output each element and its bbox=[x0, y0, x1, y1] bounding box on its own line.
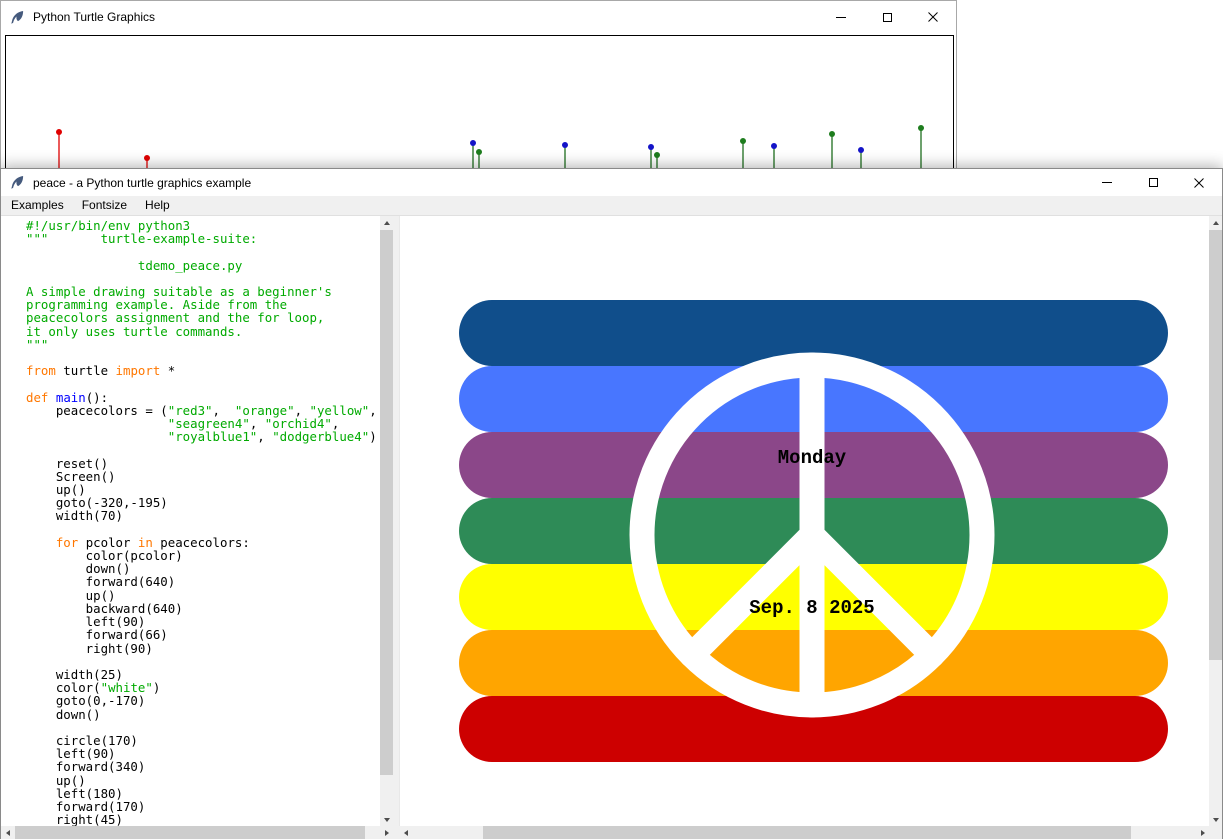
code-text: #!/usr/bin/env python3""" turtle-example… bbox=[26, 219, 377, 826]
arrow-down-icon bbox=[384, 818, 390, 822]
scroll-down-button[interactable] bbox=[380, 813, 393, 826]
canvas-horizontal-scrollbar-thumb[interactable] bbox=[483, 826, 1131, 839]
canvas-text-monday: Monday bbox=[778, 447, 847, 469]
bg-window-title: Python Turtle Graphics bbox=[33, 10, 155, 24]
scroll-right-button[interactable] bbox=[380, 826, 393, 839]
code-line: """ turtle-example-suite: bbox=[26, 232, 377, 245]
plant bbox=[918, 125, 924, 169]
menu-item-help[interactable]: Help bbox=[136, 196, 179, 215]
plant bbox=[562, 142, 568, 169]
arrow-down-icon bbox=[1213, 818, 1219, 822]
canvas-text-date: Sep. 8 2025 bbox=[749, 597, 874, 619]
code-line: it only uses turtle commands. bbox=[26, 325, 377, 338]
code-line: right(45) bbox=[26, 813, 377, 826]
canvas-horizontal-scrollbar[interactable] bbox=[399, 826, 1209, 839]
plant bbox=[771, 143, 777, 169]
fg-minimize-button[interactable] bbox=[1084, 169, 1130, 196]
arrow-up-icon bbox=[384, 221, 390, 225]
scroll-left-button[interactable] bbox=[399, 826, 412, 839]
fg-window-title: peace - a Python turtle graphics example bbox=[33, 176, 251, 190]
close-icon bbox=[1194, 178, 1204, 188]
bg-minimize-button[interactable] bbox=[818, 1, 864, 33]
fg-close-button[interactable] bbox=[1176, 169, 1222, 196]
code-vertical-scrollbar[interactable] bbox=[380, 216, 393, 826]
code-vertical-scrollbar-thumb[interactable] bbox=[380, 230, 393, 775]
code-line: right(90) bbox=[26, 642, 377, 655]
code-editor[interactable]: #!/usr/bin/env python3""" turtle-example… bbox=[1, 216, 380, 826]
bg-titlebar[interactable]: Python Turtle Graphics bbox=[1, 1, 956, 33]
arrow-up-icon bbox=[1213, 221, 1219, 225]
menu-item-examples[interactable]: Examples bbox=[2, 196, 73, 215]
maximize-icon bbox=[1149, 178, 1158, 187]
scroll-right-button[interactable] bbox=[1196, 826, 1209, 839]
code-line: tdemo_peace.py bbox=[26, 259, 377, 272]
code-horizontal-scrollbar[interactable] bbox=[1, 826, 393, 839]
turtle-plants bbox=[6, 36, 954, 169]
canvas-vertical-scrollbar[interactable] bbox=[1209, 216, 1222, 826]
code-line: width(70) bbox=[26, 509, 377, 522]
code-line: from turtle import * bbox=[26, 364, 377, 377]
bg-maximize-button[interactable] bbox=[864, 1, 910, 33]
code-line: """ bbox=[26, 338, 377, 351]
fg-titlebar[interactable]: peace - a Python turtle graphics example bbox=[1, 169, 1222, 196]
plant bbox=[829, 131, 835, 169]
plant bbox=[56, 129, 62, 169]
arrow-right-icon bbox=[385, 830, 389, 836]
menu-bar: ExamplesFontsizeHelp bbox=[1, 196, 1222, 216]
turtle-canvas: Monday Sep. 8 2025 bbox=[399, 216, 1209, 826]
minimize-icon bbox=[1102, 182, 1112, 183]
scroll-up-button[interactable] bbox=[1209, 216, 1222, 229]
plant bbox=[858, 147, 864, 169]
arrow-right-icon bbox=[1201, 830, 1205, 836]
plant bbox=[144, 155, 150, 169]
minimize-icon bbox=[836, 17, 846, 18]
plant bbox=[470, 140, 476, 169]
scrollbar-corner bbox=[1209, 826, 1222, 839]
bg-close-button[interactable] bbox=[910, 1, 956, 33]
scroll-left-button[interactable] bbox=[1, 826, 14, 839]
arrow-left-icon bbox=[404, 830, 408, 836]
canvas-vertical-scrollbar-thumb[interactable] bbox=[1209, 230, 1222, 660]
plant bbox=[654, 152, 660, 169]
plant bbox=[740, 138, 746, 169]
plant bbox=[648, 144, 654, 169]
window-peace-example: peace - a Python turtle graphics example… bbox=[0, 168, 1223, 839]
peace-drawing: Monday Sep. 8 2025 bbox=[400, 216, 1209, 826]
menu-item-fontsize[interactable]: Fontsize bbox=[73, 196, 136, 215]
bg-turtle-canvas bbox=[5, 35, 954, 169]
code-horizontal-scrollbar-thumb[interactable] bbox=[15, 826, 365, 839]
window-python-turtle-graphics: Python Turtle Graphics bbox=[0, 0, 957, 168]
fg-maximize-button[interactable] bbox=[1130, 169, 1176, 196]
scroll-down-button[interactable] bbox=[1209, 813, 1222, 826]
app-icon bbox=[10, 10, 25, 25]
plant bbox=[476, 149, 482, 169]
scroll-up-button[interactable] bbox=[380, 216, 393, 229]
arrow-left-icon bbox=[6, 830, 10, 836]
code-line: "royalblue1", "dodgerblue4") bbox=[26, 430, 377, 443]
app-icon bbox=[10, 175, 25, 190]
close-icon bbox=[928, 12, 938, 22]
code-line: down() bbox=[26, 708, 377, 721]
maximize-icon bbox=[883, 13, 892, 22]
